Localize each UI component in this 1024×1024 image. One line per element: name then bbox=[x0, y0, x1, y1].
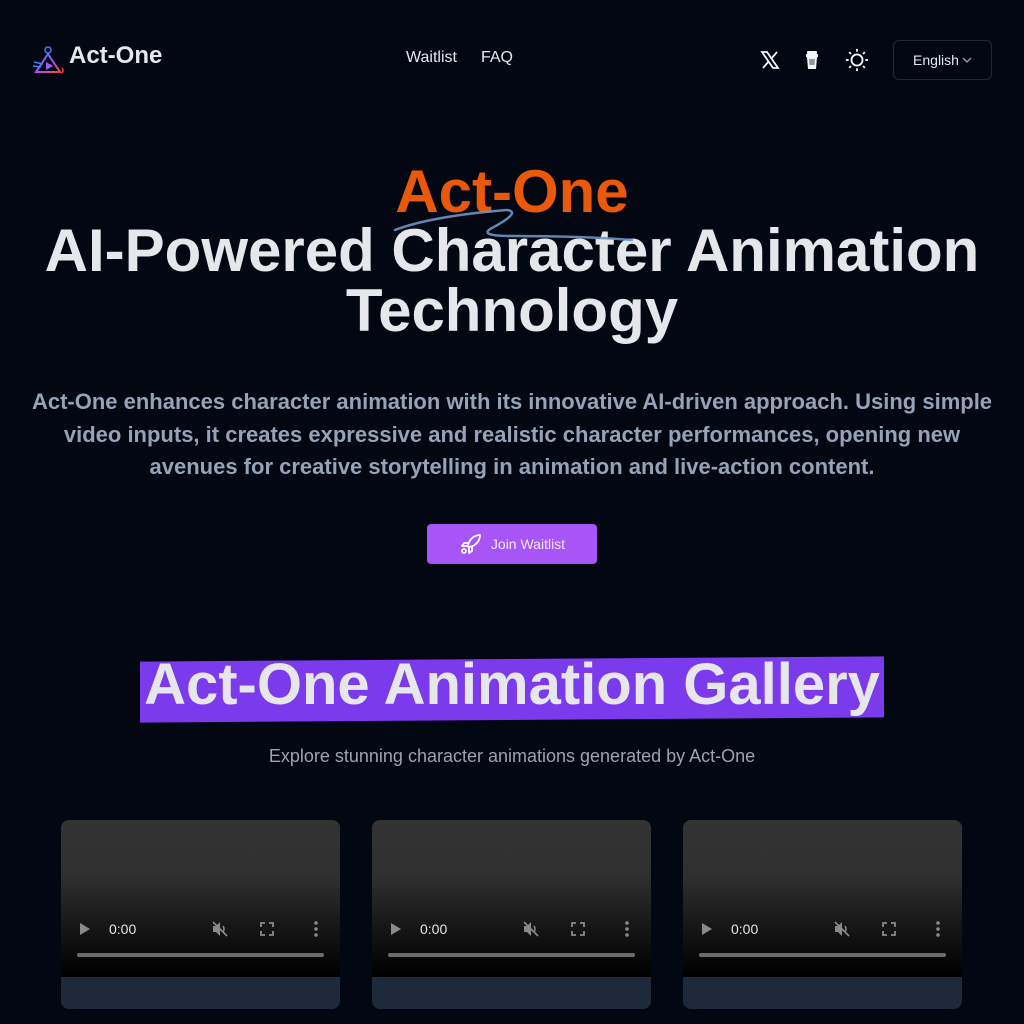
gallery-card: 0:00 bbox=[61, 820, 340, 1009]
language-select[interactable]: English bbox=[893, 40, 992, 80]
header-icons bbox=[758, 48, 869, 72]
gallery-card: 0:00 bbox=[683, 820, 962, 1009]
video-controls: 0:00 bbox=[683, 920, 962, 938]
video-player[interactable]: 0:00 bbox=[372, 820, 651, 977]
gallery-subtitle: Explore stunning character animations ge… bbox=[268, 746, 756, 766]
more-options-icon[interactable] bbox=[625, 921, 629, 937]
logo-icon bbox=[32, 46, 64, 74]
join-waitlist-label: Join Waitlist bbox=[490, 536, 566, 552]
video-time: 0:00 bbox=[731, 921, 759, 937]
video-progress-bar[interactable] bbox=[77, 953, 324, 957]
language-selected: English bbox=[913, 52, 959, 68]
more-options-icon[interactable] bbox=[314, 921, 318, 937]
squiggle-decoration bbox=[393, 208, 634, 242]
nav-waitlist[interactable]: Waitlist bbox=[406, 49, 457, 67]
video-player[interactable]: 0:00 bbox=[683, 820, 962, 977]
gallery-card: 0:00 bbox=[372, 820, 651, 1009]
nav-faq[interactable]: FAQ bbox=[481, 49, 513, 67]
x-twitter-icon[interactable] bbox=[758, 48, 782, 72]
fullscreen-icon[interactable] bbox=[571, 922, 585, 936]
chevron-down-icon bbox=[962, 57, 972, 63]
logo-text: Act-One bbox=[69, 42, 163, 69]
sun-icon[interactable] bbox=[845, 48, 869, 72]
fullscreen-icon[interactable] bbox=[260, 922, 274, 936]
gallery-title: Act-One Animation Gallery bbox=[140, 652, 884, 723]
site-header: Act-One Waitlist FAQ English bbox=[0, 0, 1024, 118]
fullscreen-icon[interactable] bbox=[882, 922, 896, 936]
mute-icon[interactable] bbox=[522, 920, 540, 938]
join-waitlist-button[interactable]: Join Waitlist bbox=[427, 524, 597, 564]
video-controls: 0:00 bbox=[372, 920, 651, 938]
video-time: 0:00 bbox=[420, 921, 448, 937]
video-progress-bar[interactable] bbox=[388, 953, 635, 957]
video-player[interactable]: 0:00 bbox=[61, 820, 340, 977]
logo[interactable]: Act-One bbox=[31, 42, 162, 76]
play-icon[interactable] bbox=[391, 923, 401, 935]
mute-icon[interactable] bbox=[833, 920, 851, 938]
video-progress-bar[interactable] bbox=[699, 953, 946, 957]
hero-title-line2: Technology bbox=[345, 277, 679, 344]
hero-description: Act-One enhances character animation wit… bbox=[31, 389, 993, 479]
video-time: 0:00 bbox=[109, 921, 137, 937]
rocket-icon bbox=[461, 534, 481, 554]
video-controls: 0:00 bbox=[61, 920, 340, 938]
mute-icon[interactable] bbox=[211, 920, 229, 938]
gallery-heading: Act-One Animation Gallery bbox=[0, 652, 1024, 723]
play-icon[interactable] bbox=[702, 923, 712, 935]
coffee-cup-icon[interactable] bbox=[800, 48, 824, 72]
more-options-icon[interactable] bbox=[936, 921, 940, 937]
play-icon[interactable] bbox=[80, 923, 90, 935]
main-nav: Waitlist FAQ bbox=[406, 49, 513, 67]
gallery-grid: 0:00 0:00 0:00 bbox=[61, 820, 962, 1009]
